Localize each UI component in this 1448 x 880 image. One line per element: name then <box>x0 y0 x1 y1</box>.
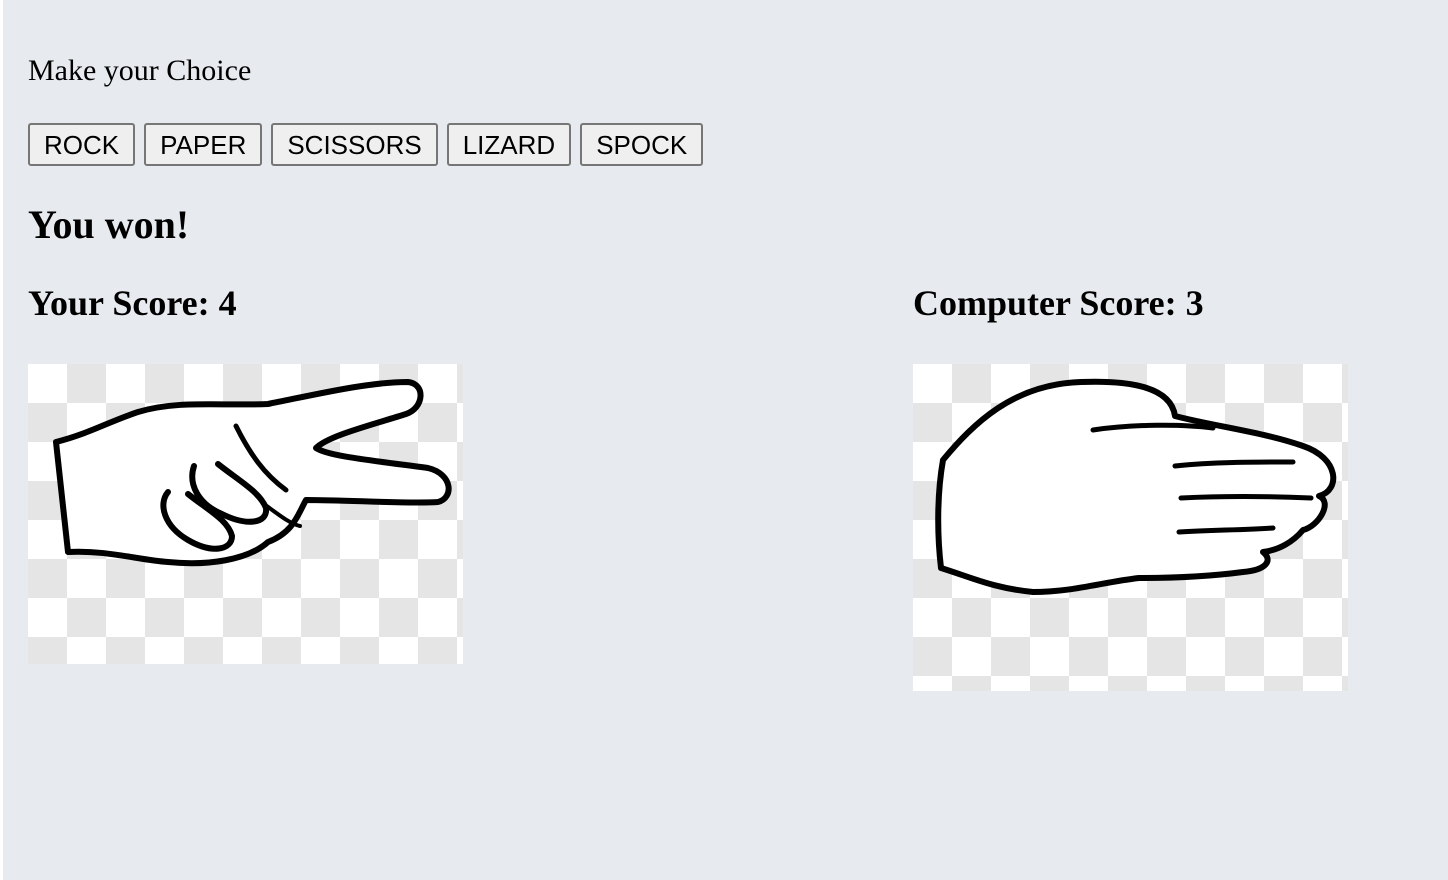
scissors-button[interactable]: SCISSORS <box>271 123 438 166</box>
computer-score: Computer Score: 3 <box>913 283 1204 323</box>
lizard-button[interactable]: LIZARD <box>446 123 572 166</box>
choice-buttons: ROCK PAPER SCISSORS LIZARD SPOCK <box>28 123 704 166</box>
player-score: Your Score: 4 <box>28 283 237 323</box>
paper-button[interactable]: PAPER <box>144 123 263 166</box>
rock-button[interactable]: ROCK <box>28 123 136 166</box>
scissors-hand-icon <box>53 379 452 567</box>
spock-button[interactable]: SPOCK <box>580 123 704 166</box>
computer-choice-image <box>913 364 1348 691</box>
game-page: Make your Choice ROCK PAPER SCISSORS LIZ… <box>3 0 1448 880</box>
choice-prompt: Make your Choice <box>28 54 252 87</box>
result-message: You won! <box>28 202 190 247</box>
player-choice-image <box>28 364 463 664</box>
paper-hand-icon <box>935 378 1337 595</box>
